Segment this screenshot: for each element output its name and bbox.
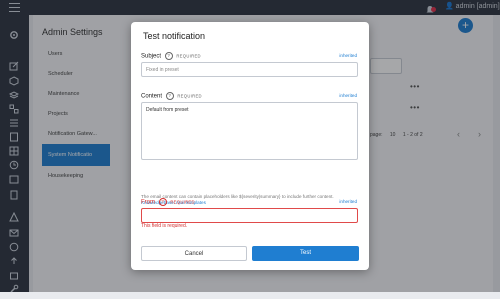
subject-inherited-link[interactable]: inherited [339, 53, 357, 58]
test-button[interactable]: Test [252, 246, 359, 261]
content-inherited-link[interactable]: inherited [339, 93, 357, 98]
content-label-text: Content [141, 93, 163, 100]
content-label: Content ? REQUIRED [141, 92, 202, 100]
required-tag: REQUIRED [170, 199, 195, 205]
required-tag: REQUIRED [177, 93, 202, 99]
dialog-title: Test notification [143, 31, 206, 41]
test-notification-dialog: Test notification Subject ? REQUIRED inh… [131, 22, 369, 270]
help-icon[interactable]: ? [164, 52, 173, 60]
cancel-button[interactable]: Cancel [141, 246, 247, 261]
from-label: From ? REQUIRED [141, 198, 195, 206]
subject-label-text: Subject [141, 53, 162, 60]
subject-input[interactable]: Fixed in preset [141, 62, 358, 77]
help-icon[interactable]: ? [158, 198, 167, 206]
from-label-text: From [141, 199, 155, 206]
required-tag: REQUIRED [176, 53, 201, 59]
from-inherited-link[interactable]: inherited [339, 199, 357, 204]
help-icon[interactable]: ? [165, 92, 174, 100]
from-error-message: This field is required. [141, 223, 188, 229]
subject-label: Subject ? REQUIRED [141, 52, 201, 60]
from-input[interactable] [141, 208, 358, 223]
content-textarea[interactable]: Default from preset [141, 102, 358, 160]
